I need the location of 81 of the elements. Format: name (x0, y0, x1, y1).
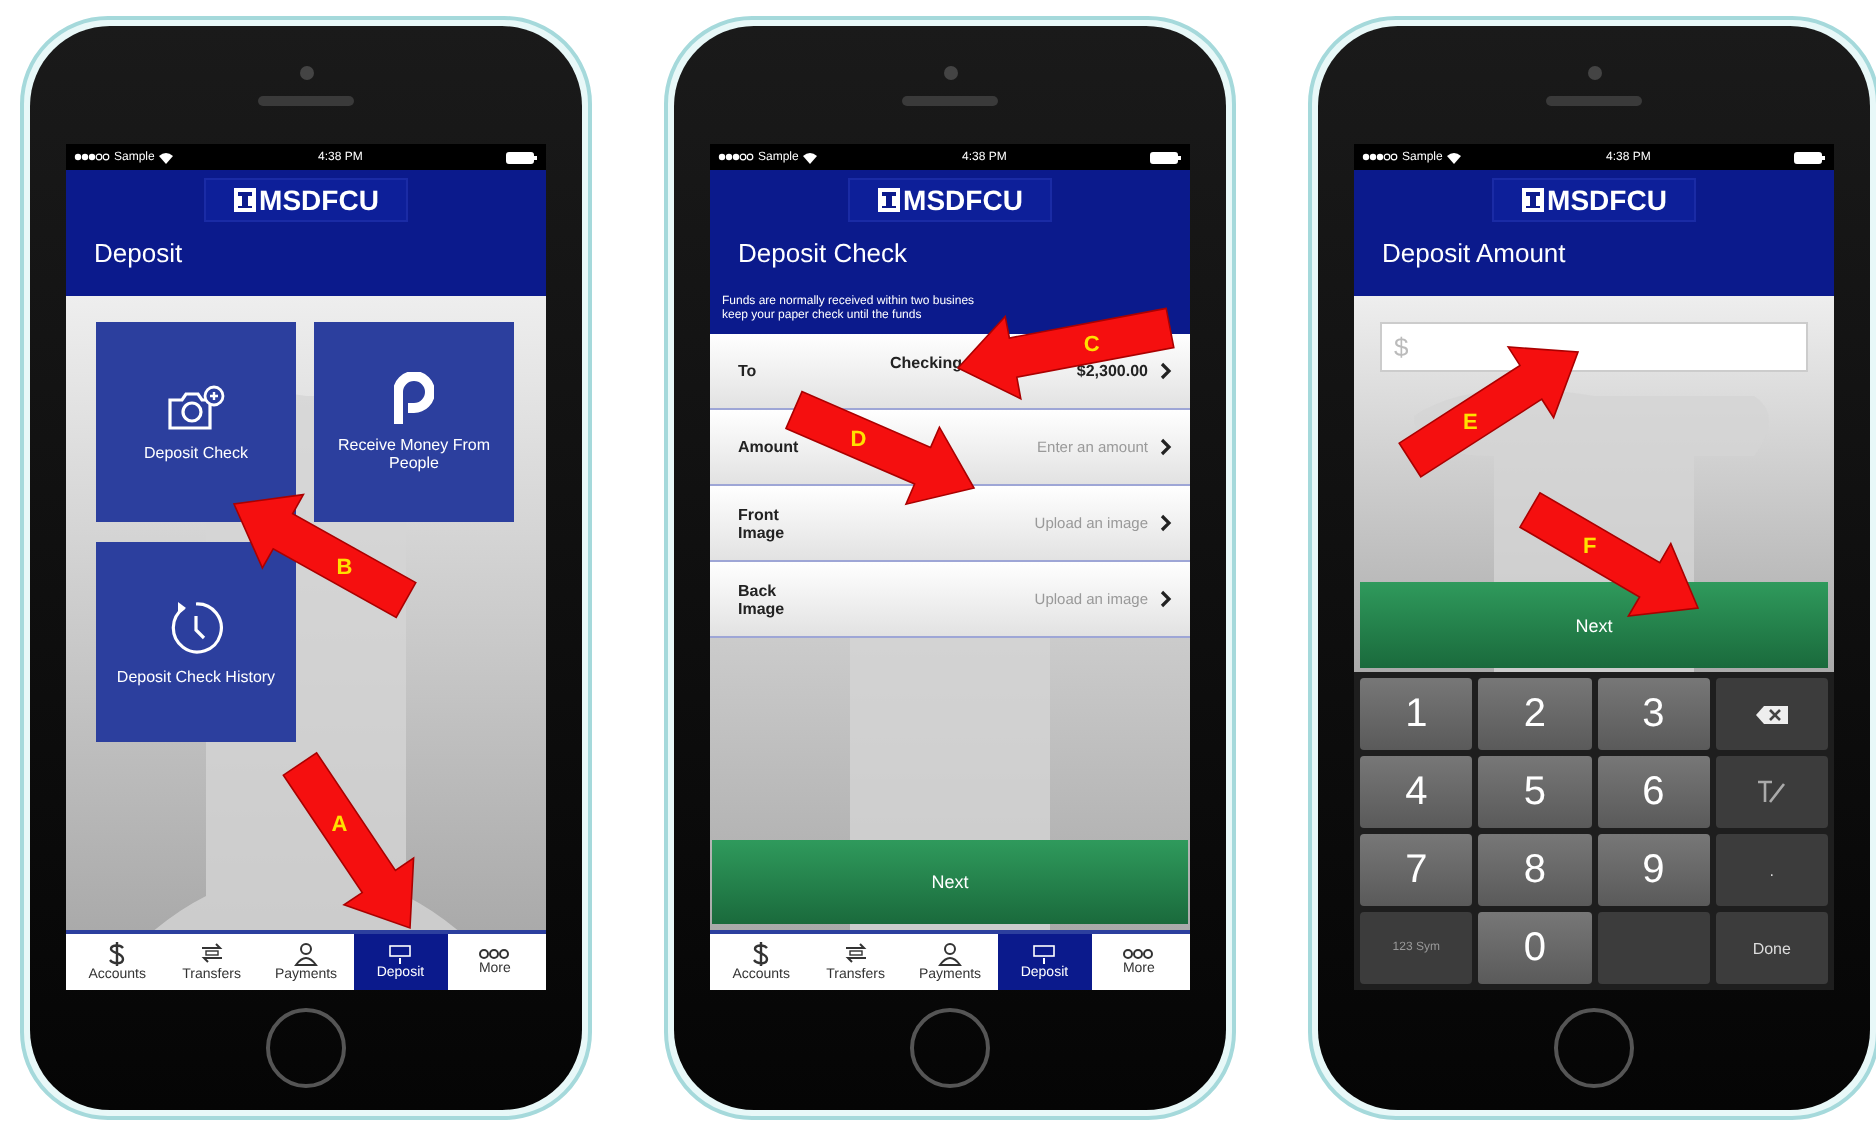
dollar-icon (108, 942, 127, 966)
signal-icon (74, 152, 110, 162)
speaker-grille (902, 95, 998, 105)
person-icon (938, 942, 962, 966)
deposit-menu-tile[interactable]: Deposit Check History (96, 542, 296, 742)
signal-icon (1362, 152, 1398, 162)
keypad-key[interactable]: 1 (1360, 678, 1473, 750)
more-icon (478, 948, 511, 960)
chevron-right-icon (1160, 514, 1172, 532)
keypad-key[interactable]: 6 (1597, 756, 1710, 828)
battery-icon (1150, 151, 1182, 163)
tile-label: Deposit Check (143, 443, 249, 461)
backspace-icon (1755, 705, 1788, 723)
screen-title: Deposit Check (738, 238, 908, 268)
deposit-menu-tile[interactable]: Deposit Check (96, 322, 296, 522)
dollar-icon (752, 942, 771, 966)
callout-letter: B (336, 555, 353, 580)
history-icon (168, 599, 224, 655)
camera-lens (1587, 65, 1601, 79)
amount-field[interactable]: $ (1380, 322, 1808, 372)
blank-key (1597, 912, 1710, 984)
callout-letter: D (850, 427, 867, 452)
wifi-icon (1446, 151, 1463, 163)
column-logo-icon (877, 188, 900, 212)
transfer-icon (199, 942, 224, 966)
keypad-key[interactable]: . (1715, 834, 1828, 906)
column-logo-icon (1521, 188, 1544, 212)
transfer-icon (843, 942, 868, 966)
signal-icon (718, 152, 754, 162)
row-label: To (738, 362, 759, 380)
row-label: Back Image (738, 581, 787, 617)
logo-text: MSDFCU (903, 184, 1023, 216)
callout-letter: F (1583, 534, 1597, 559)
deposit-menu-tile[interactable]: Receive Money From People (314, 322, 514, 522)
chevron-right-icon (1160, 438, 1172, 456)
next-button[interactable]: Next (1360, 582, 1828, 668)
chevron-right-icon (1160, 590, 1172, 608)
more-icon (1122, 948, 1155, 960)
keypad-key[interactable]: 2 (1478, 678, 1591, 750)
p-logo-icon (394, 372, 434, 424)
camera-lens (299, 65, 313, 79)
check-deposit-icon (388, 944, 413, 964)
tile-label: Receive Money From People (335, 436, 493, 472)
speaker-grille (1546, 95, 1642, 105)
account-balance: $2,300.00 (1076, 362, 1148, 380)
keypad-key[interactable]: 0 (1478, 912, 1591, 984)
camera-lens (943, 65, 957, 79)
chevron-right-icon (1160, 362, 1172, 380)
logo-text: MSDFCU (1547, 184, 1667, 216)
next-button[interactable]: Next (712, 840, 1188, 924)
callout-letter: C (1083, 332, 1100, 357)
logo-text: MSDFCU (259, 184, 379, 216)
keypad-key[interactable]: Done (1715, 912, 1828, 984)
keypad-key[interactable]: 9 (1597, 834, 1710, 906)
callout-letter: E (1463, 411, 1478, 436)
backspace-key[interactable] (1715, 678, 1828, 750)
battery-icon (1794, 151, 1826, 163)
screen-title: Deposit (94, 238, 183, 268)
column-logo-icon (233, 188, 256, 212)
account-name: Checking (890, 354, 963, 372)
screen-title: Deposit Amount (1382, 238, 1566, 268)
keypad-key[interactable]: 5 (1478, 756, 1591, 828)
home-button[interactable] (266, 1008, 346, 1088)
camera-icon (166, 383, 226, 431)
row-label: Front Image (738, 505, 787, 541)
tile-label: Deposit Check History (116, 667, 276, 685)
wifi-icon (158, 151, 175, 163)
home-button[interactable] (910, 1008, 990, 1088)
keypad-key[interactable]: 3 (1597, 678, 1710, 750)
person-icon (294, 942, 318, 966)
check-deposit-icon (1032, 944, 1057, 964)
row-label: Amount (738, 438, 801, 456)
keypad-key[interactable]: 7 (1360, 834, 1473, 906)
keyboard-dismiss-icon (1756, 780, 1787, 804)
wifi-icon (802, 151, 819, 163)
keypad-key[interactable]: 4 (1360, 756, 1473, 828)
keypad-key[interactable]: 8 (1478, 834, 1591, 906)
speaker-grille (258, 95, 354, 105)
home-button[interactable] (1554, 1008, 1634, 1088)
battery-icon (506, 151, 538, 163)
callout-letter: A (331, 812, 348, 837)
